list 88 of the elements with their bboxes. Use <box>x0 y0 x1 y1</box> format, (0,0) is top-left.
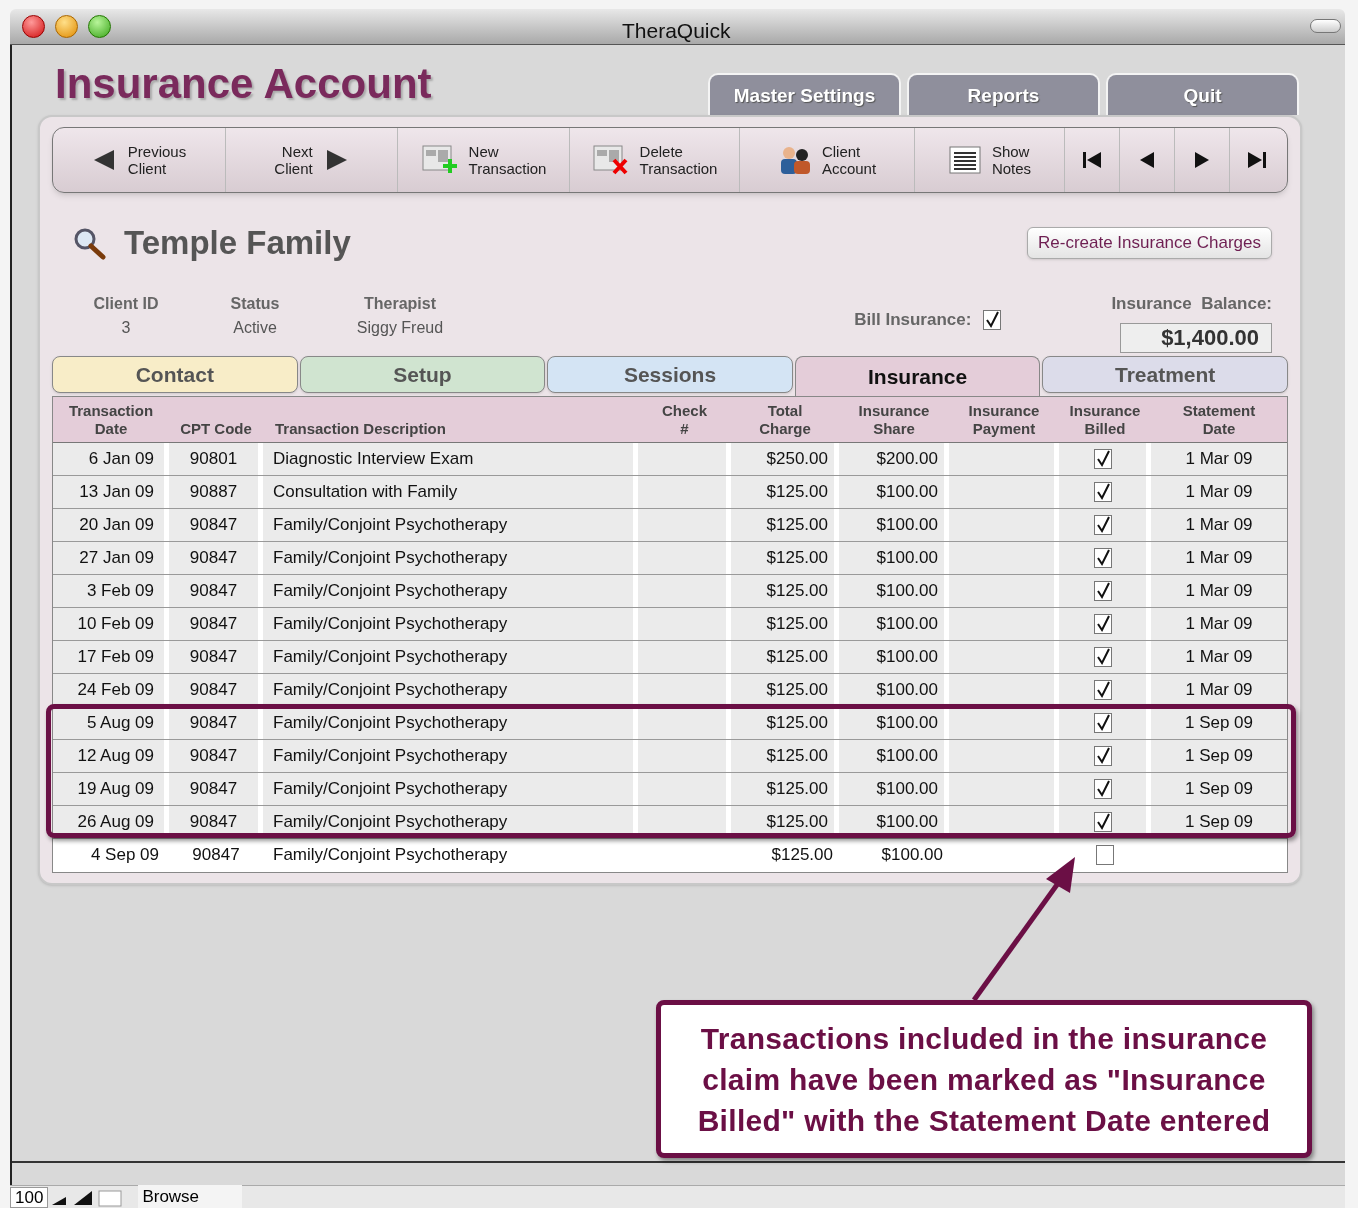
table-cell-text: 1 Mar 09 <box>1184 448 1254 471</box>
field-label: Client ID <box>93 294 159 314</box>
zoom-button[interactable] <box>88 15 111 38</box>
checkbox[interactable] <box>1093 548 1112 568</box>
table-cell-text: 1 Mar 09 <box>1184 547 1254 570</box>
table-row[interactable]: 19 Aug 09 90847 Family/Conjoint Psychotherapy $125.00 $100.00 1 Sep 09 <box>53 773 1287 806</box>
table-cell-text: 1 Mar 09 <box>1184 481 1254 504</box>
zoom-level[interactable]: 100 <box>10 1186 49 1208</box>
field-value: Siggy Freud <box>356 318 444 338</box>
toolbar-button[interactable]: Previous Client <box>53 128 225 192</box>
field-value: 3 <box>121 318 131 338</box>
column-header[interactable]: Transaction Description <box>263 397 638 442</box>
section-tab[interactable]: Contact <box>52 356 298 393</box>
status-toggle-icon[interactable] <box>96 1187 125 1207</box>
table-row[interactable]: 12 Aug 09 90847 Family/Conjoint Psychotherapy $125.00 $100.00 1 Sep 09 <box>53 740 1287 773</box>
mode-indicator: Browse <box>138 1184 243 1208</box>
table-row[interactable]: 17 Feb 09 90847 Family/Conjoint Psychotherapy $125.00 $100.00 1 Mar 09 <box>53 641 1287 674</box>
column-header[interactable]: Insurance Payment <box>949 397 1059 442</box>
toolbar-button[interactable]: Delete Transaction <box>569 128 739 192</box>
table-cell-text: 1 Mar 09 <box>1184 613 1254 636</box>
bill-insurance-label: Bill Insurance: <box>854 308 972 331</box>
field-value: Active <box>233 318 277 338</box>
table-row[interactable]: 20 Jan 09 90847 Family/Conjoint Psychotherapy $125.00 $100.00 1 Mar 09 <box>53 509 1287 542</box>
column-header[interactable]: Transaction Date <box>53 397 169 442</box>
toolbar-toggle-button[interactable] <box>1310 19 1341 33</box>
field-label: Therapist <box>364 294 436 314</box>
checkbox[interactable] <box>1093 515 1112 535</box>
search-icon[interactable] <box>72 226 106 260</box>
bill-insurance-checkbox[interactable] <box>983 310 1002 330</box>
column-header[interactable]: Total Charge <box>731 397 839 442</box>
table-cell-text: 4 Sep 09 <box>89 844 160 867</box>
table-row[interactable]: 5 Aug 09 90847 Family/Conjoint Psychotherapy $125.00 $100.00 1 Sep 09 <box>53 707 1287 740</box>
client-name: Temple Family <box>124 223 351 264</box>
balance-label: Insurance Balance: <box>1111 293 1272 315</box>
table-cell-text: $125.00 <box>770 844 834 867</box>
balance-field: $1,400.00 <box>1120 322 1272 353</box>
table-row[interactable]: 3 Feb 09 90847 Family/Conjoint Psychotherapy $125.00 $100.00 1 Mar 09 <box>53 575 1287 608</box>
checkbox[interactable] <box>1093 779 1112 799</box>
checkbox[interactable] <box>1093 449 1112 469</box>
first-record-icon <box>1081 149 1103 171</box>
table-row[interactable]: 10 Feb 09 90847 Family/Conjoint Psychotherapy $125.00 $100.00 1 Mar 09 <box>53 608 1287 641</box>
table-row[interactable]: 13 Jan 09 90887 Consultation with Family $125.00 $100.00 1 Mar 09 <box>53 476 1287 509</box>
field-label: Status <box>230 294 280 314</box>
table-cell-text: 1 Sep 09 <box>1183 778 1255 801</box>
checkbox[interactable] <box>1093 713 1112 733</box>
section-tab[interactable]: Insurance <box>794 356 1041 396</box>
table-row[interactable]: 6 Jan 09 90801 Diagnostic Interview Exam $250.00 $200.00 1 Mar 09 <box>53 443 1287 476</box>
document-plus-icon <box>420 144 459 176</box>
column-header[interactable]: Insurance Billed <box>1059 397 1151 442</box>
column-header[interactable]: Statement Date <box>1151 397 1287 442</box>
list-icon <box>947 145 982 175</box>
table-cell-text: 1 Sep 09 <box>1183 745 1255 768</box>
table-cell-text: 1 Sep 09 <box>1183 712 1255 735</box>
column-header[interactable]: Insurance Share <box>839 397 949 442</box>
checkbox[interactable] <box>1093 812 1112 832</box>
document-cross-icon <box>591 144 630 176</box>
callout-text: Transactions included in the insurance claim have been marked as "Insurance Billed" with the Statement Date entered <box>696 1020 1272 1139</box>
page-title: Insurance Account <box>55 63 432 105</box>
checkbox[interactable] <box>1093 647 1112 667</box>
column-header[interactable]: CPT Code <box>169 397 263 442</box>
minimize-button[interactable] <box>55 15 78 38</box>
window-title: TheraQuick <box>622 18 731 44</box>
column-header[interactable]: Check # <box>638 397 731 442</box>
table-cell-text: 1 Mar 09 <box>1184 514 1254 537</box>
table-row[interactable]: 27 Jan 09 90847 Family/Conjoint Psychotherapy $125.00 $100.00 1 Mar 09 <box>53 542 1287 575</box>
checkbox[interactable] <box>1093 581 1112 601</box>
checkbox[interactable] <box>1093 614 1112 634</box>
toolbar-button[interactable]: Client Account <box>739 128 914 192</box>
checkbox[interactable] <box>1093 482 1112 502</box>
table-cell-text: $100.00 <box>880 844 944 867</box>
toolbar-button[interactable]: Show Notes <box>914 128 1064 192</box>
close-button[interactable] <box>22 15 45 38</box>
last-record-icon <box>1246 149 1268 171</box>
toolbar-button[interactable]: Next Client <box>225 128 397 192</box>
table-cell-text: 1 Mar 09 <box>1184 646 1254 669</box>
recreate-charges-button[interactable]: Re-create Insurance Charges <box>1027 227 1272 259</box>
table-cell-text: Family/Conjoint Psychotherapy <box>272 844 509 867</box>
table-cell-text: 1 Mar 09 <box>1184 679 1254 702</box>
checkbox[interactable] <box>1093 680 1112 700</box>
section-tab[interactable]: Treatment <box>1042 356 1288 393</box>
section-tab[interactable]: Setup <box>299 356 546 393</box>
table-cell-text: 90847 <box>191 844 241 867</box>
toolbar-button[interactable]: New Transaction <box>397 128 569 192</box>
table-cell-text: 1 Mar 09 <box>1184 580 1254 603</box>
table-cell-text: 1 Sep 09 <box>1183 811 1255 834</box>
checkbox[interactable] <box>1096 845 1114 865</box>
checkbox[interactable] <box>1093 746 1112 766</box>
section-tab[interactable]: Sessions <box>547 356 793 393</box>
